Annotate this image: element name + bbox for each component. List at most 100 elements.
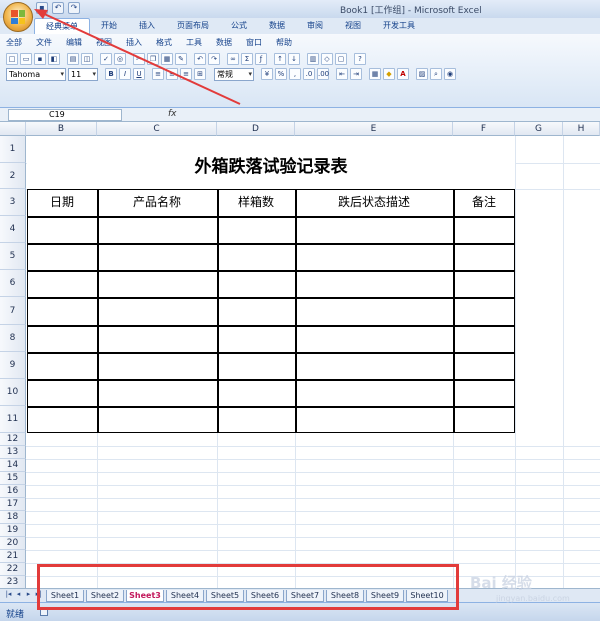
row-header[interactable]: 14 (0, 459, 26, 472)
sheet-tab-1[interactable]: Sheet1 (46, 590, 84, 602)
save-icon[interactable]: ▪ (36, 2, 48, 14)
row-header[interactable]: 5 (0, 243, 26, 270)
menu-edit[interactable]: 编辑 (66, 37, 82, 48)
styles-icon[interactable]: ▨ (416, 68, 428, 80)
menu-window[interactable]: 窗口 (246, 37, 262, 48)
help-icon[interactable]: ? (354, 53, 366, 65)
row-header[interactable]: 19 (0, 524, 26, 537)
tab-insert[interactable]: 插入 (128, 18, 166, 34)
column-header-g[interactable]: G (515, 122, 563, 136)
save-file-icon[interactable]: ▪ (34, 53, 46, 65)
increase-indent-icon[interactable]: ⇥ (350, 68, 362, 80)
redo-toolbar-icon[interactable]: ↷ (208, 53, 220, 65)
row-header[interactable]: 1 (0, 136, 26, 163)
row-header[interactable]: 12 (0, 433, 26, 446)
sheet-tab-4[interactable]: Sheet4 (166, 590, 204, 602)
tab-review[interactable]: 审阅 (296, 18, 334, 34)
decrease-decimal-icon[interactable]: .00 (317, 68, 329, 80)
chart-icon[interactable]: ▥ (307, 53, 319, 65)
sheet-tab-6[interactable]: Sheet6 (246, 590, 284, 602)
sheet-tab-9[interactable]: Sheet9 (366, 590, 404, 602)
decrease-indent-icon[interactable]: ⇤ (336, 68, 348, 80)
select-all-corner[interactable] (0, 122, 26, 136)
menu-all[interactable]: 全部 (6, 37, 22, 48)
sum-icon[interactable]: Σ (241, 53, 253, 65)
new-icon[interactable]: □ (6, 53, 18, 65)
sheet-tab-7[interactable]: Sheet7 (286, 590, 324, 602)
column-header-b[interactable]: B (26, 122, 97, 136)
column-header-e[interactable]: E (295, 122, 453, 136)
sheet-tab-5[interactable]: Sheet5 (206, 590, 244, 602)
menu-format[interactable]: 格式 (156, 37, 172, 48)
row-header[interactable]: 16 (0, 485, 26, 498)
zoom-icon[interactable]: ▢ (335, 53, 347, 65)
paste-icon[interactable]: ▦ (161, 53, 173, 65)
sheet-tab-2[interactable]: Sheet2 (86, 590, 124, 602)
comma-icon[interactable]: , (289, 68, 301, 80)
row-header[interactable]: 18 (0, 511, 26, 524)
office-button[interactable] (3, 2, 33, 32)
font-color-icon[interactable]: A (397, 68, 409, 80)
number-format-select[interactable]: 常规 (214, 68, 254, 81)
bold-icon[interactable]: B (105, 68, 117, 80)
tab-data[interactable]: 数据 (258, 18, 296, 34)
hyperlink-icon[interactable]: ∞ (227, 53, 239, 65)
row-header[interactable]: 7 (0, 297, 26, 325)
sheet-tab-8[interactable]: Sheet8 (326, 590, 364, 602)
row-header[interactable]: 4 (0, 216, 26, 243)
sheet-tab-3[interactable]: Sheet3 (126, 590, 164, 602)
row-header[interactable]: 20 (0, 537, 26, 550)
align-left-icon[interactable]: ≡ (152, 68, 164, 80)
find-icon[interactable]: ⌕ (430, 68, 442, 80)
menu-file[interactable]: 文件 (36, 37, 52, 48)
column-header-c[interactable]: C (97, 122, 217, 136)
menu-insert[interactable]: 插入 (126, 37, 142, 48)
tab-classic-menu[interactable]: 经典菜单 (34, 18, 90, 34)
menu-view[interactable]: 视图 (96, 37, 112, 48)
menu-tools[interactable]: 工具 (186, 37, 202, 48)
copy-icon[interactable]: ❐ (147, 53, 159, 65)
column-header-f[interactable]: F (453, 122, 515, 136)
align-right-icon[interactable]: ≡ (180, 68, 192, 80)
undo-toolbar-icon[interactable]: ↶ (194, 53, 206, 65)
column-header-h[interactable]: H (563, 122, 600, 136)
tab-view[interactable]: 视图 (334, 18, 372, 34)
prev-sheet-icon[interactable]: ◂ (14, 590, 23, 598)
worksheet[interactable]: B C D E F G H 1 2 3 4 5 6 7 8 9 10 11 12… (0, 122, 600, 588)
row-header[interactable]: 10 (0, 379, 26, 406)
name-box[interactable]: C19 (8, 109, 122, 121)
spelling-icon[interactable]: ✓ (100, 53, 112, 65)
borders-icon[interactable]: ▦ (369, 68, 381, 80)
font-name-select[interactable]: Tahoma (6, 68, 66, 81)
research-icon[interactable]: ◎ (114, 53, 126, 65)
undo-icon[interactable]: ↶ (52, 2, 64, 14)
insert-function-icon[interactable]: fx (168, 109, 177, 119)
drawing-icon[interactable]: ◇ (321, 53, 333, 65)
merge-center-icon[interactable]: ⊞ (194, 68, 206, 80)
function-icon[interactable]: ƒ (255, 53, 267, 65)
row-header[interactable]: 2 (0, 163, 26, 189)
redo-icon[interactable]: ↷ (68, 2, 80, 14)
tab-formulas[interactable]: 公式 (220, 18, 258, 34)
currency-icon[interactable]: ¥ (261, 68, 273, 80)
row-header[interactable]: 21 (0, 550, 26, 563)
fill-color-icon[interactable]: ◆ (383, 68, 395, 80)
font-size-select[interactable]: 11 (68, 68, 98, 81)
format-painter-icon[interactable]: ✎ (175, 53, 187, 65)
cut-icon[interactable]: ✂ (133, 53, 145, 65)
underline-icon[interactable]: U (133, 68, 145, 80)
increase-decimal-icon[interactable]: .0 (303, 68, 315, 80)
italic-icon[interactable]: I (119, 68, 131, 80)
row-header[interactable]: 13 (0, 446, 26, 459)
sheet-tab-10[interactable]: Sheet10 (406, 590, 448, 602)
menu-help[interactable]: 帮助 (276, 37, 292, 48)
row-header[interactable]: 17 (0, 498, 26, 511)
open-icon[interactable]: ▭ (20, 53, 32, 65)
align-center-icon[interactable]: ≡ (166, 68, 178, 80)
row-header[interactable]: 8 (0, 325, 26, 352)
tab-home[interactable]: 开始 (90, 18, 128, 34)
row-header[interactable]: 22 (0, 563, 26, 576)
row-header[interactable]: 3 (0, 189, 26, 216)
next-sheet-icon[interactable]: ▸ (24, 590, 33, 598)
row-header[interactable]: 15 (0, 472, 26, 485)
